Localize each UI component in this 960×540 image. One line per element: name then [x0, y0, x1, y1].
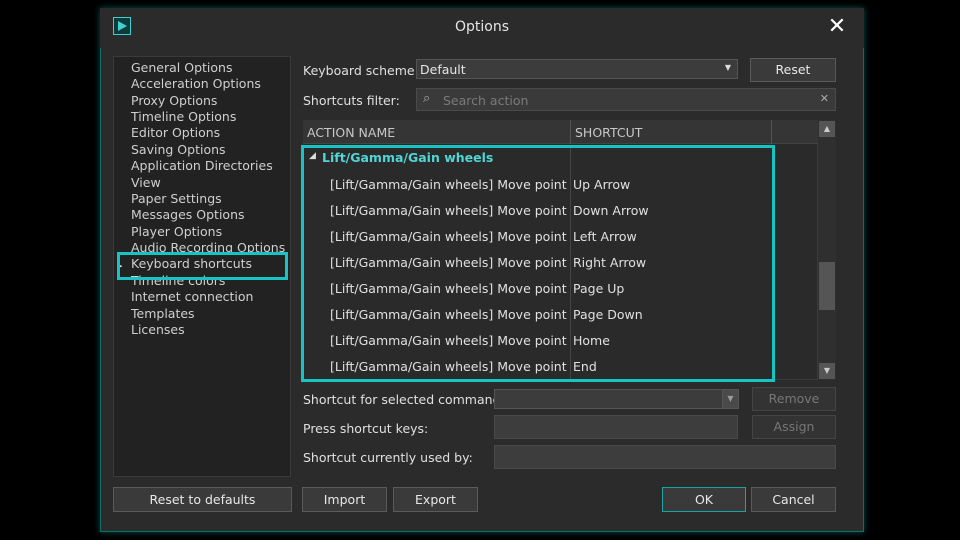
import-button[interactable]: Import [302, 487, 387, 512]
sidebar-item-editor-options[interactable]: Editor Options [131, 125, 220, 140]
sidebar-item-timeline-options[interactable]: Timeline Options [131, 109, 236, 124]
sidebar-item-application-directories[interactable]: Application Directories [131, 158, 273, 173]
column-header-shortcut[interactable]: SHORTCUT [575, 125, 642, 140]
rows-highlight-box [301, 145, 775, 382]
chevron-down-icon: ▼ [722, 390, 738, 408]
keyboard-scheme-value: Default [420, 62, 466, 77]
cancel-button[interactable]: Cancel [751, 487, 836, 512]
column-header-action-name[interactable]: ACTION NAME [307, 125, 395, 140]
column-divider [570, 120, 571, 144]
sidebar-item-proxy-options[interactable]: Proxy Options [131, 93, 217, 108]
close-icon[interactable]: ✕ [824, 14, 850, 40]
sidebar-item-paper-settings[interactable]: Paper Settings [131, 191, 222, 206]
dialog-title: Options [454, 19, 510, 35]
sidebar-item-licenses[interactable]: Licenses [131, 322, 185, 337]
shortcut-used-by-field [494, 445, 836, 469]
sidebar-item-player-options[interactable]: Player Options [131, 224, 222, 239]
column-divider [771, 120, 772, 144]
table-scrollbar[interactable]: ▲ ▼ [818, 120, 836, 380]
scroll-down-icon[interactable]: ▼ [819, 363, 835, 379]
press-shortcut-keys-label: Press shortcut keys: [303, 421, 429, 436]
ok-button[interactable]: OK [662, 487, 746, 512]
scroll-up-icon[interactable]: ▲ [819, 121, 835, 137]
reset-to-defaults-button[interactable]: Reset to defaults [113, 487, 292, 512]
sidebar-item-messages-options[interactable]: Messages Options [131, 207, 245, 222]
keyboard-scheme-select[interactable]: Default ▼ [416, 59, 738, 79]
press-shortcut-keys-input[interactable] [494, 415, 738, 439]
search-placeholder: Search action [443, 93, 529, 108]
selected-shortcut-label: Shortcut for selected commands: [303, 392, 512, 407]
clear-icon[interactable]: ✕ [820, 92, 829, 105]
sidebar-item-view[interactable]: View [131, 175, 161, 190]
chevron-down-icon: ▼ [724, 63, 731, 72]
sidebar-item-internet-connection[interactable]: Internet connection [131, 289, 253, 304]
export-button[interactable]: Export [393, 487, 478, 512]
remove-button[interactable]: Remove [752, 387, 836, 411]
search-action-input[interactable]: ⌕ Search action ✕ [416, 88, 836, 111]
scrollbar-thumb[interactable] [819, 262, 835, 310]
sidebar-item-saving-options[interactable]: Saving Options [131, 142, 226, 157]
shortcuts-filter-label: Shortcuts filter: [303, 93, 400, 108]
assign-button[interactable]: Assign [752, 415, 836, 439]
keyboard-scheme-label: Keyboard scheme: [303, 63, 419, 78]
sidebar-item-acceleration-options[interactable]: Acceleration Options [131, 76, 261, 91]
search-icon: ⌕ [423, 91, 431, 106]
table-header: ACTION NAME SHORTCUT [303, 120, 818, 144]
sidebar-item-templates[interactable]: Templates [131, 306, 195, 321]
shortcut-used-by-label: Shortcut currently used by: [303, 450, 473, 465]
selected-shortcut-select[interactable]: ▼ [494, 389, 739, 409]
sidebar-selection-highlight [117, 252, 288, 280]
reset-button[interactable]: Reset [750, 58, 836, 82]
sidebar-item-general-options[interactable]: General Options [131, 60, 232, 75]
